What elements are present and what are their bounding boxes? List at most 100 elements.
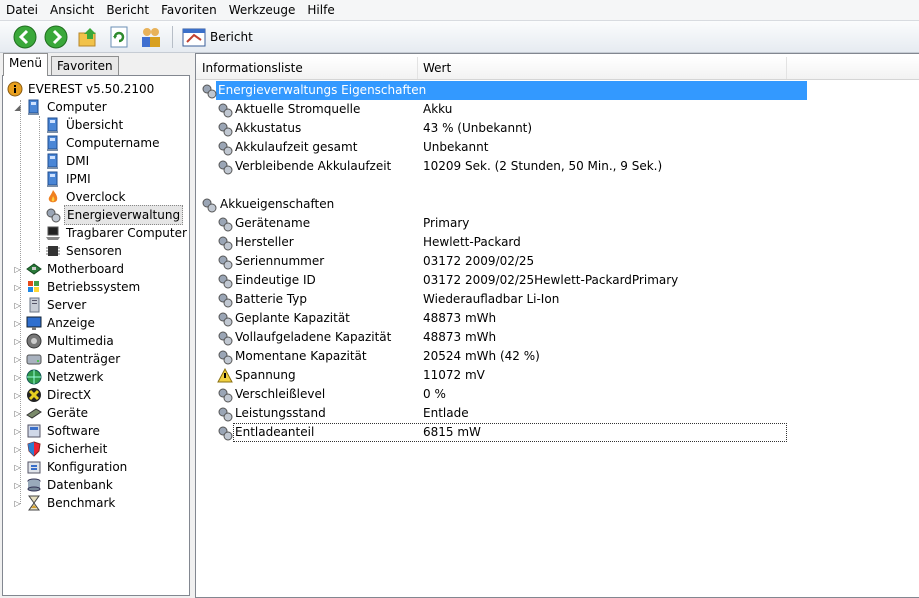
tree-item-sensoren[interactable]: Sensoren xyxy=(45,242,124,260)
tree-item-everest-v5-50-2100[interactable]: EVEREST v5.50.2100 xyxy=(7,80,156,98)
property-value: 03172 2009/02/25Hewlett-PackardPrimary xyxy=(423,273,679,287)
tree-item-label: Benchmark xyxy=(47,496,116,510)
tree-item-server[interactable]: Server xyxy=(26,296,88,314)
refresh-button[interactable] xyxy=(107,25,131,49)
tree-item-label: Betriebssystem xyxy=(47,280,141,294)
up-button[interactable] xyxy=(76,25,100,49)
tree-item-motherboard[interactable]: Motherboard xyxy=(26,260,126,278)
focus-rectangle xyxy=(233,423,787,442)
tree-item-label: Computer xyxy=(47,100,107,114)
tree-item-label: Geräte xyxy=(47,406,89,420)
tree-item-software[interactable]: Software xyxy=(26,422,102,440)
power-plug-icon xyxy=(217,273,233,289)
info-icon xyxy=(7,81,23,97)
tree-item-ipmi[interactable]: IPMI xyxy=(45,170,93,188)
expand-toggle-icon[interactable]: ▷ xyxy=(13,301,22,310)
expand-toggle-icon[interactable]: ▷ xyxy=(13,427,22,436)
tree-item-label: Overclock xyxy=(66,190,126,204)
info-row[interactable]: Geplante Kapazität 48873 mWh xyxy=(196,309,919,328)
expand-toggle-icon[interactable]: ▷ xyxy=(13,319,22,328)
computer-icon xyxy=(45,117,61,133)
computer-icon xyxy=(26,99,42,115)
tree-item-betriebssystem[interactable]: Betriebssystem xyxy=(26,278,142,296)
tree-item-multimedia[interactable]: Multimedia xyxy=(26,332,116,350)
info-row[interactable]: Spannung 11072 mV xyxy=(196,366,919,385)
menu-bericht[interactable]: Bericht xyxy=(100,0,155,20)
section-header[interactable]: Energieverwaltungs Eigenschaften xyxy=(202,81,807,100)
expand-toggle-icon[interactable]: ▷ xyxy=(13,391,22,400)
expand-toggle-icon[interactable]: ▷ xyxy=(13,463,22,472)
info-row[interactable]: Hersteller Hewlett-Packard xyxy=(196,233,919,252)
menu-werkzeuge[interactable]: Werkzeuge xyxy=(223,0,302,20)
property-name: Leistungsstand xyxy=(235,406,326,420)
tree-item-geräte[interactable]: Geräte xyxy=(26,404,90,422)
expand-toggle-icon[interactable]: ▷ xyxy=(13,265,22,274)
expand-toggle-icon[interactable]: ▷ xyxy=(13,373,22,382)
info-row[interactable]: Momentane Kapazität 20524 mWh (42 %) xyxy=(196,347,919,366)
tree-item-label: DirectX xyxy=(47,388,92,402)
info-row[interactable]: Verbleibende Akkulaufzeit 10209 Sek. (2 S… xyxy=(196,157,919,176)
forward-arrow-icon xyxy=(44,25,68,49)
expand-toggle-icon[interactable]: ▷ xyxy=(13,355,22,364)
tree-item-computername[interactable]: Computername xyxy=(45,134,161,152)
menu-hilfe[interactable]: Hilfe xyxy=(301,0,340,20)
info-row[interactable]: Vollaufgeladene Kapazität 48873 mWh xyxy=(196,328,919,347)
info-row[interactable]: Gerätename Primary xyxy=(196,214,919,233)
menu-ansicht[interactable]: Ansicht xyxy=(44,0,100,20)
tree-item-anzeige[interactable]: Anzeige xyxy=(26,314,97,332)
motherboard-icon xyxy=(26,261,42,277)
report-label: Bericht xyxy=(210,30,253,44)
property-name: Geplante Kapazität xyxy=(235,311,350,325)
tree-item-benchmark[interactable]: Benchmark xyxy=(26,494,117,512)
info-row[interactable]: Akkulaufzeit gesamt Unbekannt xyxy=(196,138,919,157)
menu-favoriten[interactable]: Favoriten xyxy=(155,0,223,20)
expand-toggle-icon[interactable]: ▷ xyxy=(13,481,22,490)
expand-toggle-icon[interactable]: ▷ xyxy=(13,499,22,508)
power-plug-icon xyxy=(217,159,233,175)
computer-icon xyxy=(45,135,61,151)
tree-item-netzwerk[interactable]: Netzwerk xyxy=(26,368,105,386)
expand-toggle-icon[interactable]: ▷ xyxy=(13,409,22,418)
tree-item-label: Software xyxy=(47,424,100,438)
tree-item-dmi[interactable]: DMI xyxy=(45,152,91,170)
tree-item-label: EVEREST v5.50.2100 xyxy=(28,82,155,96)
menu-datei[interactable]: Datei xyxy=(0,0,44,20)
users-button[interactable] xyxy=(139,25,163,49)
property-name: Seriennummer xyxy=(235,254,325,268)
header-wert[interactable]: Wert xyxy=(417,57,787,79)
tree-item-übersicht[interactable]: Übersicht xyxy=(45,116,125,134)
header-informationsliste[interactable]: Informationsliste xyxy=(196,57,418,79)
tree-item-datenbank[interactable]: Datenbank xyxy=(26,476,115,494)
tree-item-energieverwaltung[interactable]: Energieverwaltung xyxy=(45,205,184,225)
tree-item-computer[interactable]: Computer xyxy=(26,98,109,116)
info-row[interactable]: Seriennummer 03172 2009/02/25 xyxy=(196,252,919,271)
chip-icon xyxy=(45,243,61,259)
info-row[interactable]: Batterie Typ Wiederaufladbar Li-Ion xyxy=(196,290,919,309)
tree-item-label: Server xyxy=(47,298,87,312)
info-row[interactable]: Leistungsstand Entlade xyxy=(196,404,919,423)
info-row[interactable]: Aktuelle Stromquelle Akku xyxy=(196,100,919,119)
expand-toggle-icon[interactable]: ▷ xyxy=(13,337,22,346)
tree-view: EVEREST v5.50.2100 ◢ Computer Übersicht Comp… xyxy=(2,75,190,596)
tab-menu[interactable]: Menü xyxy=(3,53,48,76)
tree-item-sicherheit[interactable]: Sicherheit xyxy=(26,440,109,458)
tree-item-label: Multimedia xyxy=(47,334,114,348)
info-row[interactable]: Verschleißlevel 0 % xyxy=(196,385,919,404)
shield-icon xyxy=(26,441,42,457)
tree-item-overclock[interactable]: Overclock xyxy=(45,188,127,206)
expand-toggle-icon[interactable]: ▷ xyxy=(13,283,22,292)
tree-item-datenträger[interactable]: Datenträger xyxy=(26,350,122,368)
tab-favoriten[interactable]: Favoriten xyxy=(51,56,119,75)
back-button[interactable] xyxy=(13,25,37,49)
info-row[interactable]: Eindeutige ID 03172 2009/02/25Hewlett-Pac… xyxy=(196,271,919,290)
expand-toggle-icon[interactable]: ▷ xyxy=(13,445,22,454)
collapse-toggle-icon[interactable]: ◢ xyxy=(13,103,22,112)
tree-item-directx[interactable]: DirectX xyxy=(26,386,93,404)
tree-item-konfiguration[interactable]: Konfiguration xyxy=(26,458,129,476)
report-button[interactable]: Bericht xyxy=(182,25,253,49)
forward-button[interactable] xyxy=(44,25,68,49)
section-header[interactable]: Akkueigenschaften xyxy=(196,195,919,214)
tree-item-tragbarer-computer[interactable]: Tragbarer Computer xyxy=(45,224,189,242)
info-row[interactable]: Akkustatus 43 % (Unbekannt) xyxy=(196,119,919,138)
property-name: Gerätename xyxy=(235,216,311,230)
